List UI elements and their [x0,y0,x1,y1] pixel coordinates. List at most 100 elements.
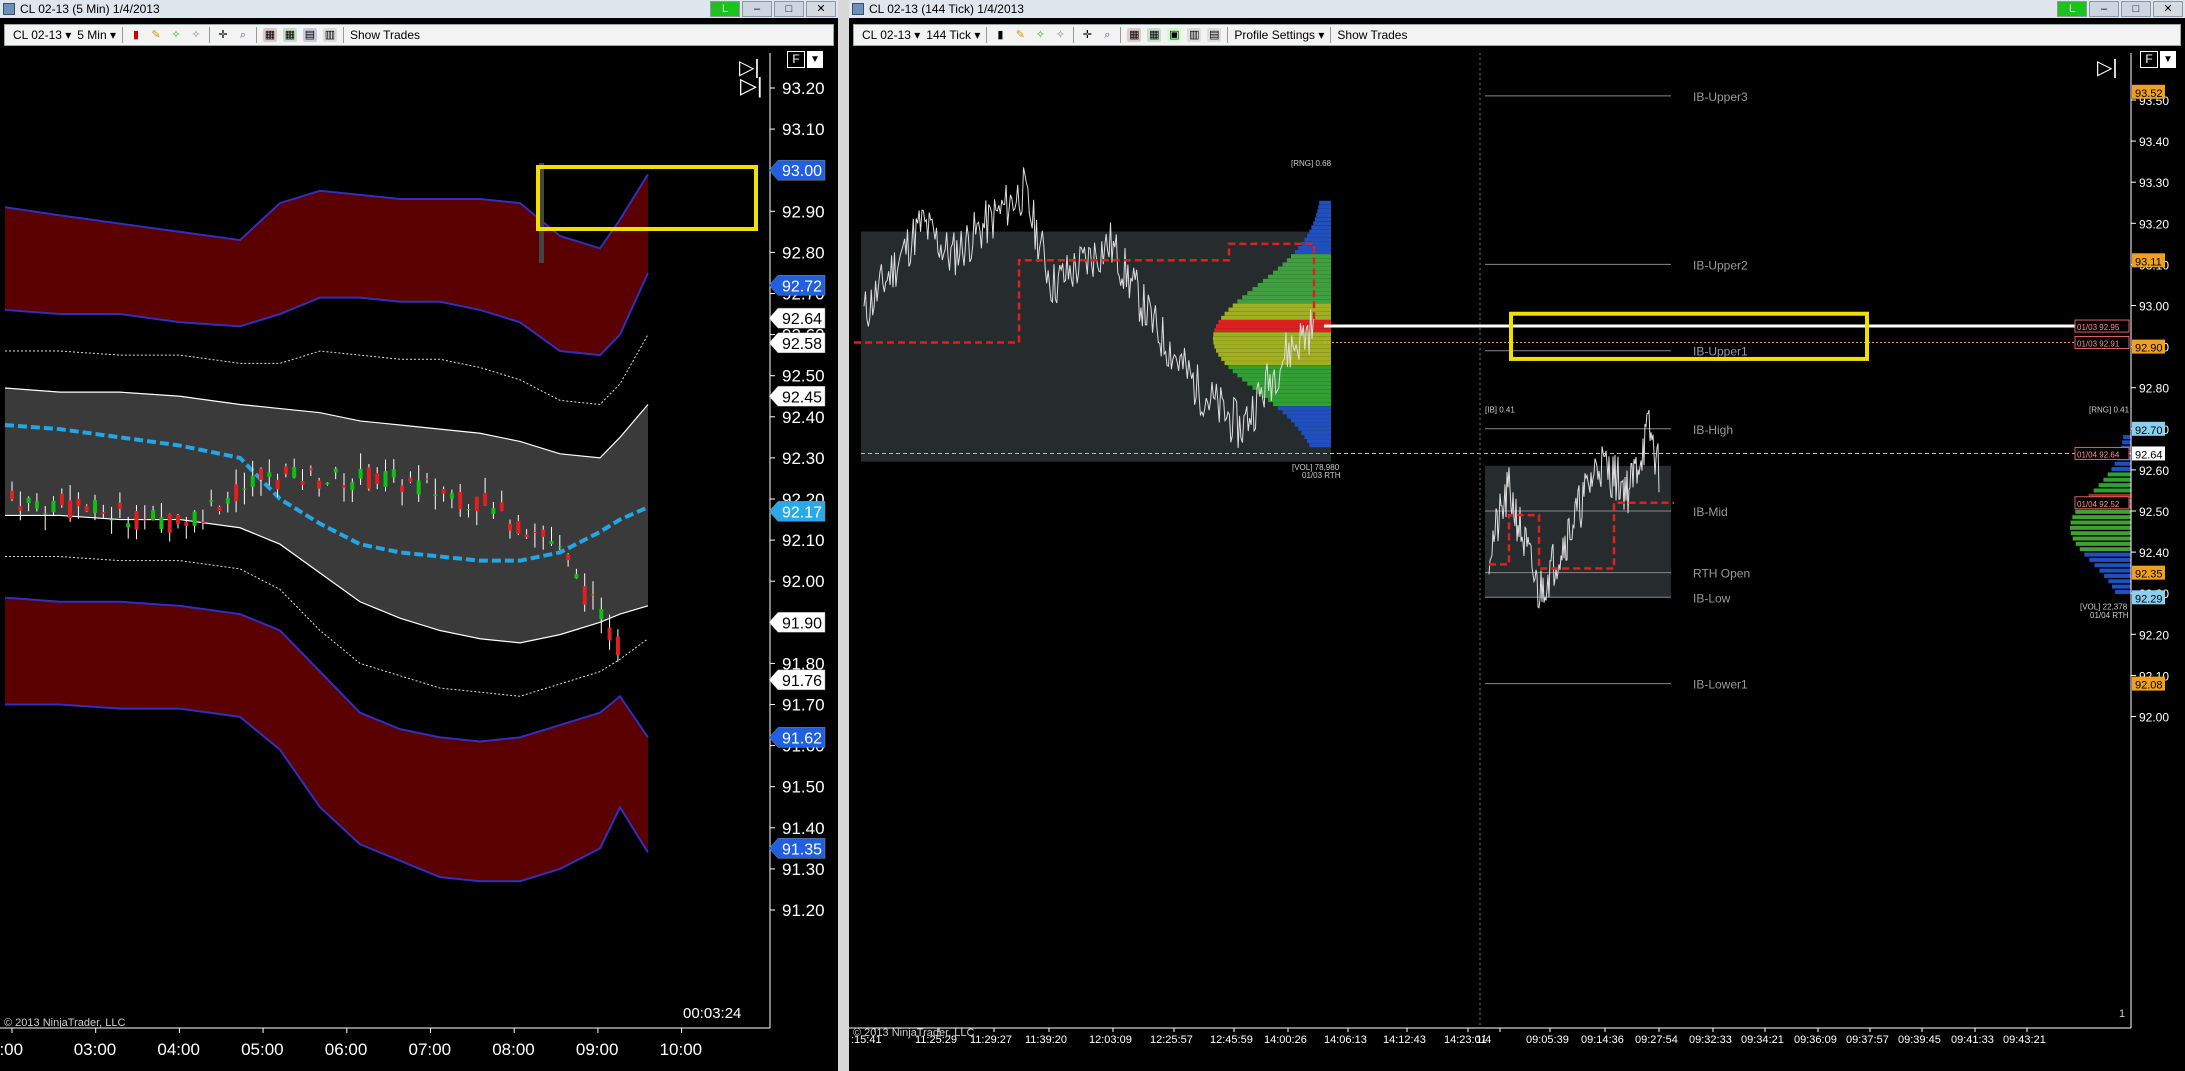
app-icon [852,3,864,15]
level-tag-label: 01/03 92.95 [2077,323,2120,332]
link-button[interactable]: L [2057,1,2087,17]
magic-eraser-icon[interactable]: ✧ [1053,28,1067,42]
interval-selector[interactable]: 5 Min ▾ [77,28,116,42]
volume-profile-bar [1224,361,1331,366]
right-f-dropdown-icon[interactable]: ▼ [2160,51,2176,68]
profile-settings-dropdown[interactable]: Profile Settings ▾ [1234,28,1324,42]
left-chart-area[interactable]: 93.2093.1093.0092.9092.8092.7092.6092.50… [0,53,838,1071]
time-tick-label: 09:36:09 [1794,1034,1837,1046]
up-candle [51,500,56,513]
left-title-bar[interactable]: CL 02-13 (5 Min) 1/4/2013 L – □ ✕ [0,0,838,18]
level-label: IB-Upper3 [1693,90,1748,104]
left-go-right-button[interactable]: ▷| [739,55,760,80]
right-chart-area[interactable]: IB-Upper3 IB-Upper2 IB-Upper1 IB-High IB-Mid… [849,53,2185,1071]
data-box-icon[interactable]: ▥ [322,28,337,42]
data-box-icon[interactable]: ▥ [1187,28,1202,42]
volume-profile-bar [1307,439,1331,444]
up-candle [34,501,39,509]
current-volume-bar [2075,509,2131,514]
volume-profile-bar [1294,422,1331,427]
price-tick-label: 92.90 [782,202,825,221]
time-tick-label: 09:37:57 [1846,1034,1889,1046]
instrument-label: CL 02-13 [13,28,62,42]
down-candle [10,490,14,500]
volume-profile-bar [1286,258,1331,263]
down-candle [425,478,429,480]
price-tag-label: 92.70 [2135,425,2163,437]
zoom-icon[interactable]: ⌕ [1100,28,1114,42]
chart-properties-icon[interactable]: ▣ [1167,28,1182,42]
right-f-button[interactable]: F [2140,51,2158,68]
price-tick-label: 92.00 [2139,711,2169,725]
time-tick-label: 11:29:27 [970,1034,1012,1046]
price-tick-label: 92.80 [2139,382,2169,396]
left-f-dropdown-icon[interactable]: ▼ [807,51,823,68]
interval-selector[interactable]: 144 Tick ▾ [926,28,980,42]
bar-type-icon[interactable]: ▮ [993,28,1007,42]
indicators-icon[interactable]: ▦ [1127,28,1142,42]
bar-type-icon[interactable]: ▮ [129,28,143,42]
price-tick-label: 92.40 [782,408,825,427]
instrument-selector[interactable]: CL 02-13 ▾ [13,28,71,42]
right-chart-window: CL 02-13 (144 Tick) 1/4/2013 L – □ ✕ CL … [849,0,2185,1071]
current-volume-bar [2084,552,2131,557]
up-candle [358,468,363,479]
up-candle [192,511,197,526]
volume-profile-bar [1232,303,1331,308]
down-candle [441,488,446,494]
minimize-icon[interactable]: – [2089,1,2119,17]
down-candle [142,519,147,521]
instrument-selector[interactable]: CL 02-13 ▾ [862,28,920,42]
strategies-icon[interactable]: ▦ [1147,28,1162,42]
strategies-icon[interactable]: ▦ [282,28,297,42]
up-candle [449,493,454,499]
price-tick-label: 92.50 [782,367,825,386]
left-f-button[interactable]: F [787,51,805,68]
current-volume-bar [2111,467,2131,472]
current-volume-bar [2089,557,2131,562]
down-candle [283,466,288,475]
magic-eraser-icon[interactable]: ✧ [189,28,203,42]
level-label: IB-Upper2 [1693,258,1748,272]
crosshair-icon[interactable]: ✛ [216,28,230,42]
down-candle [342,485,346,488]
print-icon[interactable]: ▤ [1207,28,1222,42]
show-trades-button[interactable]: Show Trades [350,28,420,42]
draw-pencil-icon[interactable]: ✎ [149,28,163,42]
right-go-right-button[interactable]: ▷| [2097,55,2118,80]
maximize-icon[interactable]: □ [2121,1,2151,17]
minimize-icon[interactable]: – [742,1,772,17]
wand-icon[interactable]: ✧ [169,28,183,42]
draw-pencil-icon[interactable]: ✎ [1013,28,1027,42]
volume-profile-bar [1218,319,1331,324]
up-candle [126,523,131,528]
down-candle [68,500,73,518]
instrument-label: CL 02-13 [862,28,911,42]
close-icon[interactable]: ✕ [2153,1,2183,17]
zoom-icon[interactable]: ⌕ [236,28,250,42]
down-candle [524,534,529,538]
link-button[interactable]: L [710,1,740,17]
current-volume-bar [2122,440,2131,445]
indicators-icon[interactable]: ▦ [262,28,277,42]
up-candle [325,482,330,485]
down-candle [76,498,81,507]
price-tag-label: 91.76 [782,673,822,690]
window-splitter[interactable] [838,0,849,1071]
volume-profile-bar [1268,398,1331,403]
price-tick-label: 93.00 [2139,300,2169,314]
chart-properties-icon[interactable]: ▤ [302,28,317,42]
time-tick-label: 09:39:45 [1898,1034,1941,1046]
show-trades-button[interactable]: Show Trades [1337,28,1407,42]
down-candle [234,484,239,502]
down-candle [117,502,122,509]
maximize-icon[interactable]: □ [774,1,804,17]
wand-icon[interactable]: ✧ [1033,28,1047,42]
close-icon[interactable]: ✕ [806,1,836,17]
right-title-bar[interactable]: CL 02-13 (144 Tick) 1/4/2013 L – □ ✕ [849,0,2185,18]
up-candle [599,609,604,620]
volume-profile-bar [1314,217,1331,222]
crosshair-icon[interactable]: ✛ [1080,28,1094,42]
down-candle [300,481,305,486]
volume-profile-bar [1257,282,1331,287]
